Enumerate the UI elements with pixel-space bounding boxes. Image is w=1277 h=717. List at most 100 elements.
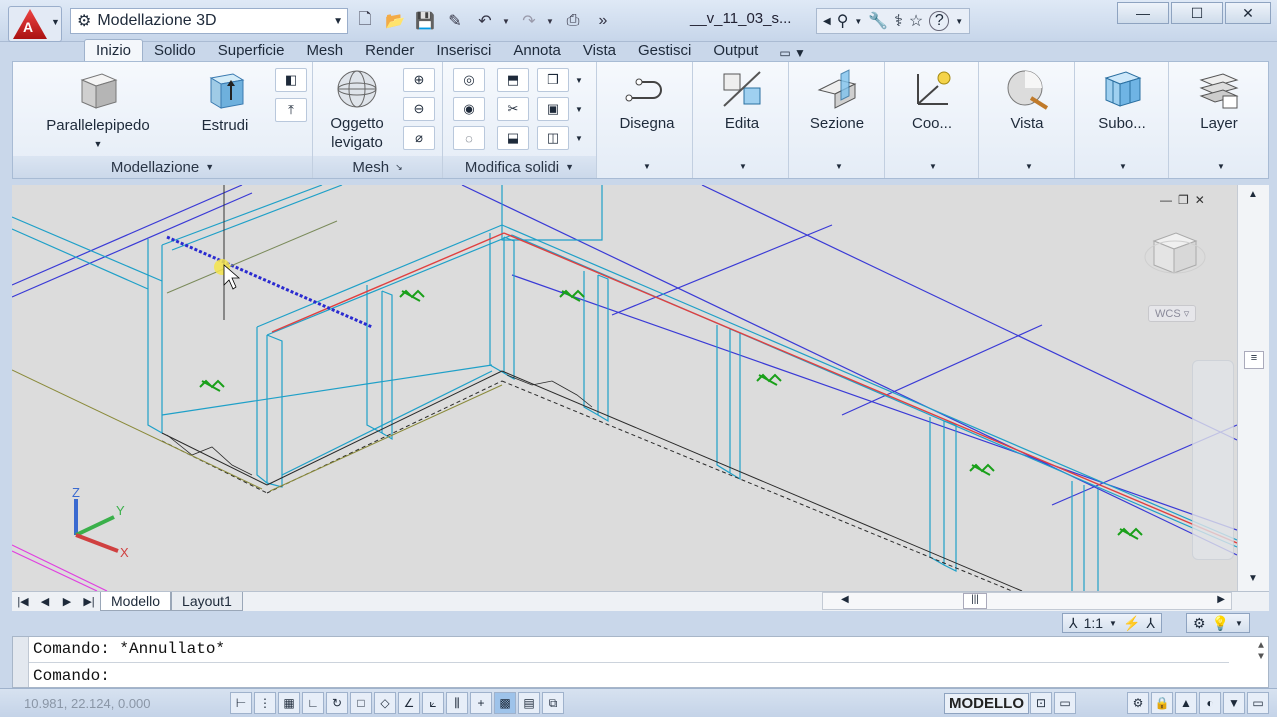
tab-inizio[interactable]: Inizio (84, 39, 144, 62)
separate-icon[interactable]: ◫ (537, 126, 569, 150)
panel-disegna[interactable]: Disegna ▼ (601, 62, 693, 178)
extract-edges-icon[interactable]: ⬒ (497, 68, 529, 92)
drawing-viewport[interactable]: — ❐ ✕ WCS ▿ Z Y X (12, 185, 1237, 591)
annotation-visibility-icon[interactable]: ⚡ (1123, 615, 1140, 632)
mesh-smooth-less-icon[interactable]: ⊖ (403, 97, 435, 121)
viewcube[interactable] (1142, 229, 1206, 279)
application-menu-button[interactable]: A ▼ (8, 6, 62, 42)
tab-render[interactable]: Render (354, 40, 425, 62)
infer-constraints-icon[interactable]: ⊢ (230, 692, 252, 714)
status-menu-icon[interactable]: ▼ (1223, 692, 1245, 714)
panel-layer[interactable]: Layer ▼ (1169, 62, 1269, 178)
minimize-icon[interactable]: — (1160, 193, 1172, 207)
smooth-object-icon[interactable]: ⤒ (275, 98, 307, 122)
chevron-left-icon[interactable]: ◀ (823, 16, 831, 27)
hscroll-thumb[interactable]: ||| (963, 593, 987, 609)
binoculars-search-icon[interactable]: ⚲ (837, 11, 849, 31)
interference-icon[interactable]: ❒ (537, 68, 569, 92)
dynamic-input-icon[interactable]: ⫼ (446, 692, 468, 714)
intersect-icon[interactable]: ◌ (453, 126, 485, 150)
panel-title-modifica-solidi[interactable]: Modifica solidi ▼ (443, 156, 596, 178)
object-snap-icon[interactable]: □ (350, 692, 372, 714)
more-tools-icon[interactable]: » (590, 9, 616, 33)
subtract-icon[interactable]: ◉ (453, 97, 485, 121)
polar-tracking-icon[interactable]: ↻ (326, 692, 348, 714)
command-prompt[interactable]: Comando: (33, 667, 110, 685)
quick-properties-icon[interactable]: ▤ (518, 692, 540, 714)
gear-icon[interactable]: ⚙ (1127, 692, 1149, 714)
print-icon[interactable]: ⎙ (560, 9, 586, 33)
save-as-icon[interactable]: ✎ (442, 9, 468, 33)
lineweight-icon[interactable]: + (470, 692, 492, 714)
dynamic-ucs-icon[interactable]: ⟀ (422, 692, 444, 714)
quickview-drawings-icon[interactable]: ▭ (1054, 692, 1076, 714)
scroll-down-icon[interactable]: ▼ (1248, 573, 1258, 584)
workspace-select[interactable]: ⚙ Modellazione 3D ▼ (70, 8, 348, 34)
tab-layout1[interactable]: Layout1 (171, 592, 243, 611)
command-scroll-icon[interactable]: ▲ ▼ (1258, 641, 1264, 663)
tab-mesh[interactable]: Mesh (295, 40, 354, 62)
tab-annota[interactable]: Annota (502, 40, 572, 62)
ribbon-minimize-icon[interactable]: ▭ ▼ (769, 44, 816, 62)
object-snap-tracking-icon[interactable]: ∠ (398, 692, 420, 714)
redo-dropdown-icon[interactable]: ▼ (546, 17, 556, 26)
box-button[interactable]: Parallelepipedo ▼ (33, 70, 163, 154)
wcs-menu[interactable]: WCS ▿ (1148, 305, 1197, 322)
panel-vista[interactable]: Vista ▼ (979, 62, 1075, 178)
union-icon[interactable]: ◎ (453, 68, 485, 92)
mesh-refine-icon[interactable]: ⊕ (403, 68, 435, 92)
redo-icon[interactable]: ↷ (516, 9, 542, 33)
grid-display-icon[interactable]: ▦ (278, 692, 300, 714)
panel-sezione[interactable]: Sezione ▼ (789, 62, 885, 178)
clean-screen-icon[interactable]: ▭ (1247, 692, 1269, 714)
thicken-icon[interactable]: ⬓ (497, 126, 529, 150)
tab-modello[interactable]: Modello (100, 592, 172, 611)
chevron-down-icon[interactable]: ▼ (575, 105, 583, 114)
undo-dropdown-icon[interactable]: ▼ (502, 17, 512, 26)
new-file-icon[interactable]: 🗋 (352, 9, 378, 33)
presspull-icon[interactable]: ◧ (275, 68, 307, 92)
scroll-left-icon[interactable]: ◀ (841, 594, 849, 605)
vertical-scrollbar[interactable]: ▲ ≡ ▼ (1237, 185, 1269, 591)
panel-title-modellazione[interactable]: Modellazione ▼ (13, 156, 312, 178)
open-folder-icon[interactable]: 📂 (382, 9, 408, 33)
annotation-autoscale-icon[interactable]: ⅄ (1146, 615, 1155, 632)
restore-icon[interactable]: ❐ (1178, 193, 1189, 207)
search-dropdown-icon[interactable]: ▼ (854, 17, 862, 26)
tab-solido[interactable]: Solido (143, 40, 207, 62)
quickview-layouts-icon[interactable]: ⊡ (1030, 692, 1052, 714)
hardware-acceleration-icon[interactable]: ▲ (1175, 692, 1197, 714)
horizontal-scrollbar[interactable]: ◀ ||| ▶ (822, 592, 1232, 610)
model-space-toggle[interactable]: MODELLO (944, 693, 1029, 714)
undo-icon[interactable]: ↶ (472, 9, 498, 33)
panel-title-mesh[interactable]: Mesh ↘ (313, 156, 442, 178)
panel-coordinate[interactable]: Coo... ▼ (885, 62, 979, 178)
lightbulb-icon[interactable]: 💡 (1212, 615, 1229, 632)
selection-cycling-icon[interactable]: ⧉ (542, 692, 564, 714)
navigation-bar[interactable] (1192, 360, 1234, 560)
panel-edita[interactable]: Edita ▼ (695, 62, 789, 178)
tab-gestisci[interactable]: Gestisci (627, 40, 702, 62)
isolate-objects-icon[interactable]: ◐ (1199, 692, 1221, 714)
command-window-grip[interactable] (13, 637, 29, 687)
last-tab-icon[interactable]: ▶| (78, 595, 100, 608)
help-icon[interactable]: ? (929, 11, 950, 31)
star-icon[interactable]: ☆ (909, 11, 923, 31)
scroll-thumb[interactable]: ≡ (1244, 351, 1264, 369)
minimize-icon[interactable]: — (1117, 2, 1169, 24)
close-icon[interactable]: ✕ (1225, 2, 1271, 24)
extrude-button[interactable]: Estrudi (185, 70, 265, 135)
coordinate-readout[interactable]: 10.981, 22.124, 0.000 (24, 696, 151, 711)
annotation-scale[interactable]: ⅄ 1:1 ▼ ⚡ ⅄ (1062, 613, 1162, 633)
tab-output[interactable]: Output (702, 40, 769, 62)
panel-suboggetto[interactable]: Subo... ▼ (1075, 62, 1169, 178)
previous-tab-icon[interactable]: ◀ (34, 595, 56, 608)
workspace-switch[interactable]: ⚙ 💡 ▼ (1186, 613, 1250, 633)
satellite-icon[interactable]: ⚕ (894, 11, 903, 31)
scroll-right-icon[interactable]: ▶ (1217, 594, 1225, 605)
ortho-mode-icon[interactable]: ∟ (302, 692, 324, 714)
transparency-icon[interactable]: ▩ (494, 692, 516, 714)
wireframe-drawing[interactable] (12, 185, 1237, 591)
first-tab-icon[interactable]: |◀ (12, 595, 34, 608)
maximize-icon[interactable]: ☐ (1171, 2, 1223, 24)
